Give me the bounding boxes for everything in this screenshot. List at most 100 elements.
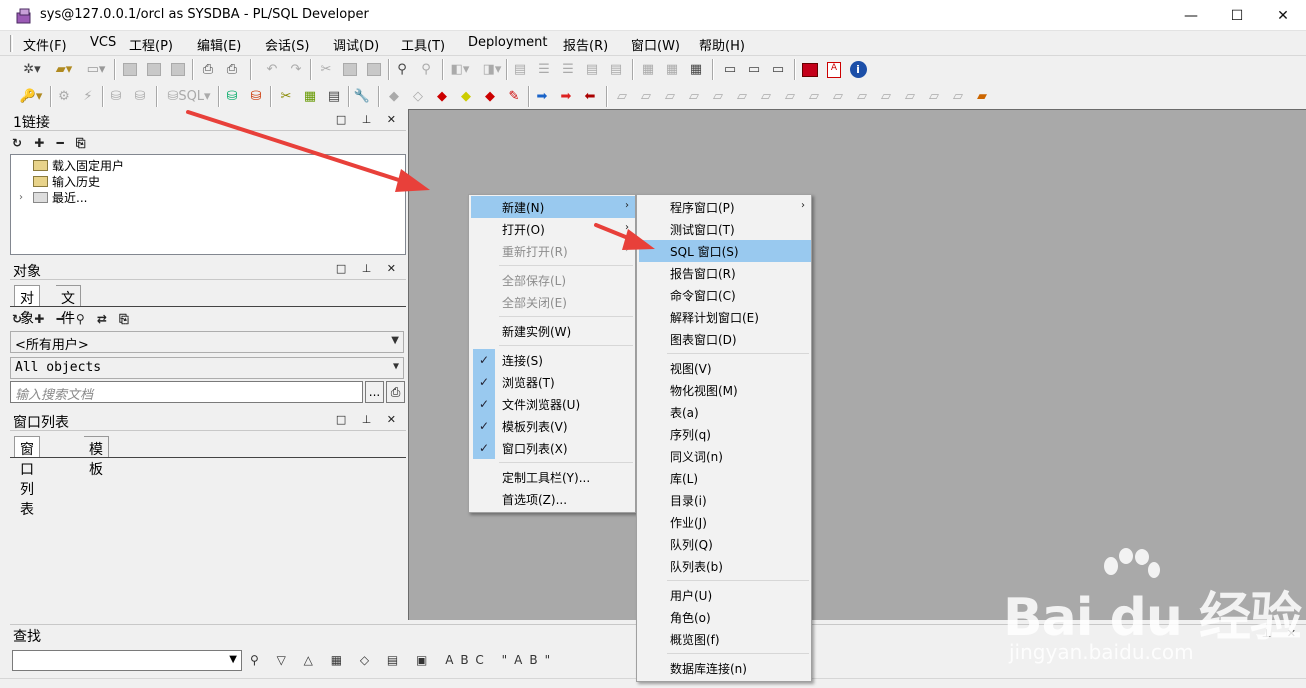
menu-database-link[interactable]: 数据库连接(n) — [639, 657, 811, 679]
commit-icon[interactable]: ⛁ — [106, 87, 126, 106]
menu-new-instance[interactable]: 新建实例(W) — [471, 320, 635, 342]
paste-icon[interactable] — [364, 60, 384, 79]
connections-panel-controls[interactable]: □ ⊥ ✕ — [336, 113, 402, 126]
menu-connections[interactable]: ✓ 连接(S) — [471, 349, 635, 371]
plugin-14-icon[interactable]: ▱ — [924, 87, 944, 106]
menu-window[interactable]: 窗口(W) — [631, 35, 680, 54]
nav-forward-icon[interactable]: ◨▾ — [478, 60, 506, 79]
plugin-4-icon[interactable]: ▱ — [684, 87, 704, 106]
print-setup-icon[interactable]: ⎙ — [222, 60, 242, 79]
logon-dropdown-icon[interactable]: 🔑▾ — [16, 87, 46, 106]
copy-icon[interactable] — [340, 60, 360, 79]
menu-table[interactable]: 表(a) — [639, 401, 811, 423]
template-icon[interactable]: ▤ — [324, 87, 344, 106]
tree-item-recent[interactable]: › 最近... — [19, 189, 87, 206]
pdf-icon[interactable]: A — [824, 60, 844, 79]
menu-view[interactable]: 视图(V) — [639, 357, 811, 379]
explain-icon[interactable]: ▦ — [638, 60, 658, 79]
menu-edit[interactable]: 编辑(E) — [197, 35, 241, 54]
sql-icon[interactable]: ▦ — [662, 60, 682, 79]
tree-item-fixed-users[interactable]: 载入固定用户 — [33, 157, 124, 174]
menu-file[interactable]: 文件(F) — [23, 35, 67, 54]
find-icon[interactable]: ⚲ — [392, 60, 412, 79]
menu-directory[interactable]: 目录(i) — [639, 489, 811, 511]
menu-user[interactable]: 用户(U) — [639, 584, 811, 606]
plugin-5-icon[interactable]: ▱ — [708, 87, 728, 106]
plugin-1-icon[interactable]: ▱ — [612, 87, 632, 106]
lowercase-icon[interactable]: ▤ — [606, 60, 626, 79]
plugin-red-icon[interactable]: ◆ — [432, 87, 452, 106]
plugin-16-icon[interactable]: ▰ — [972, 87, 992, 106]
menu-diagram-window[interactable]: 图表窗口(D) — [639, 328, 811, 350]
menu-materialized-view[interactable]: 物化视图(M) — [639, 379, 811, 401]
menu-file-browser[interactable]: ✓ 文件浏览器(U) — [471, 393, 635, 415]
cascade-icon[interactable]: ▭ — [720, 60, 740, 79]
menu-command-window[interactable]: 命令窗口(C) — [639, 284, 811, 306]
menu-preferences[interactable]: 首选项(Z)... — [471, 488, 635, 510]
menu-reopen[interactable]: 重新打开(R) › — [471, 240, 635, 262]
search-options-button[interactable]: ... — [365, 381, 384, 403]
menu-reports[interactable]: 报告(R) — [563, 35, 608, 54]
plugin-6-icon[interactable]: ▱ — [732, 87, 752, 106]
tile-v-icon[interactable]: ▭ — [768, 60, 788, 79]
objects-tools[interactable]: ↻ ✚ ━ ⚲ ⇄ ⎘ — [12, 312, 133, 327]
menu-session[interactable]: 会话(S) — [265, 35, 309, 54]
menu-close-all[interactable]: 全部关闭(E) — [471, 291, 635, 313]
tab-templates[interactable]: 模板 — [84, 436, 109, 478]
plugin-8-icon[interactable]: ▱ — [780, 87, 800, 106]
nav-back-icon[interactable]: ◧▾ — [446, 60, 474, 79]
arrow-right-red-icon[interactable]: ➡ — [556, 87, 576, 106]
menu-sequence[interactable]: 序列(q) — [639, 423, 811, 445]
arrow-left-red-icon[interactable]: ⬅ — [580, 87, 600, 106]
menu-role[interactable]: 角色(o) — [639, 606, 811, 628]
menu-sql-window[interactable]: SQL 窗口(S) — [639, 240, 811, 262]
expand-icon[interactable]: › — [19, 192, 29, 203]
save-icon[interactable] — [120, 60, 140, 79]
menu-project[interactable]: 工程(P) — [129, 35, 173, 54]
eraser-icon[interactable]: ◇ — [408, 87, 428, 106]
menu-debug[interactable]: 调试(D) — [333, 35, 379, 54]
wrench-icon[interactable]: 🔧 — [352, 87, 372, 106]
plugin-12-icon[interactable]: ▱ — [876, 87, 896, 106]
menu-queue-table[interactable]: 队列表(b) — [639, 555, 811, 577]
menu-report-window[interactable]: 报告窗口(R) — [639, 262, 811, 284]
open-folder-icon[interactable]: ▰▾ — [50, 60, 78, 79]
bookmark-icon[interactable]: ◆ — [384, 87, 404, 106]
plugin-dev-icon[interactable]: ◆ — [480, 87, 500, 106]
execute-icon[interactable]: ⚙ — [54, 87, 74, 106]
plugin-11-icon[interactable]: ▱ — [852, 87, 872, 106]
plugin-7-icon[interactable]: ▱ — [756, 87, 776, 106]
replace-icon[interactable]: ⚲ — [416, 60, 436, 79]
info-icon[interactable]: i — [848, 60, 868, 79]
menu-explain-plan-window[interactable]: 解释计划窗口(E) — [639, 306, 811, 328]
menu-tools[interactable]: 工具(T) — [401, 35, 445, 54]
redo-icon[interactable]: ↷ — [286, 60, 306, 79]
find-input[interactable]: ▼ — [12, 650, 242, 671]
comment-icon[interactable]: ▤ — [510, 60, 530, 79]
object-filter-select[interactable]: All objects ▼ — [10, 357, 404, 379]
db-icon[interactable]: ⛁ — [222, 87, 242, 106]
maximize-button[interactable]: ☐ — [1214, 0, 1260, 31]
search-doc-button[interactable]: ⎙ — [386, 381, 405, 403]
menu-deployment[interactable]: Deployment — [468, 35, 548, 50]
plugin-2-icon[interactable]: ▱ — [636, 87, 656, 106]
tools-icon[interactable]: ✂ — [276, 87, 296, 106]
db-connect-icon[interactable]: ⛁ — [246, 87, 266, 106]
rollback-icon[interactable]: ⛁ — [130, 87, 150, 106]
plugin-3-icon[interactable]: ▱ — [660, 87, 680, 106]
menu-save-all[interactable]: 全部保存(L) — [471, 269, 635, 291]
new-dropdown-icon[interactable]: ✲▾ — [18, 60, 46, 79]
report-icon[interactable]: ▦ — [300, 87, 320, 106]
find-toolbar[interactable]: ⚲ ▽ △ ▦ ◇ ▤ ▣ ABC "AB" — [250, 653, 557, 667]
indent-icon[interactable]: ☰ — [534, 60, 554, 79]
menu-profile[interactable]: 概览图(f) — [639, 628, 811, 650]
menu-open[interactable]: 打开(O) › — [471, 218, 635, 240]
print-dropdown-icon[interactable]: ▭▾ — [82, 60, 110, 79]
menu-vcs[interactable]: VCS — [90, 35, 116, 50]
close-button[interactable]: ✕ — [1260, 0, 1306, 31]
connections-tools[interactable]: ↻ ✚ ━ ⎘ — [12, 136, 89, 151]
objects-panel-controls[interactable]: □ ⊥ ✕ — [336, 262, 402, 275]
cut-icon[interactable]: ✂ — [316, 60, 336, 79]
plugin-15-icon[interactable]: ▱ — [948, 87, 968, 106]
save-as-icon[interactable] — [144, 60, 164, 79]
